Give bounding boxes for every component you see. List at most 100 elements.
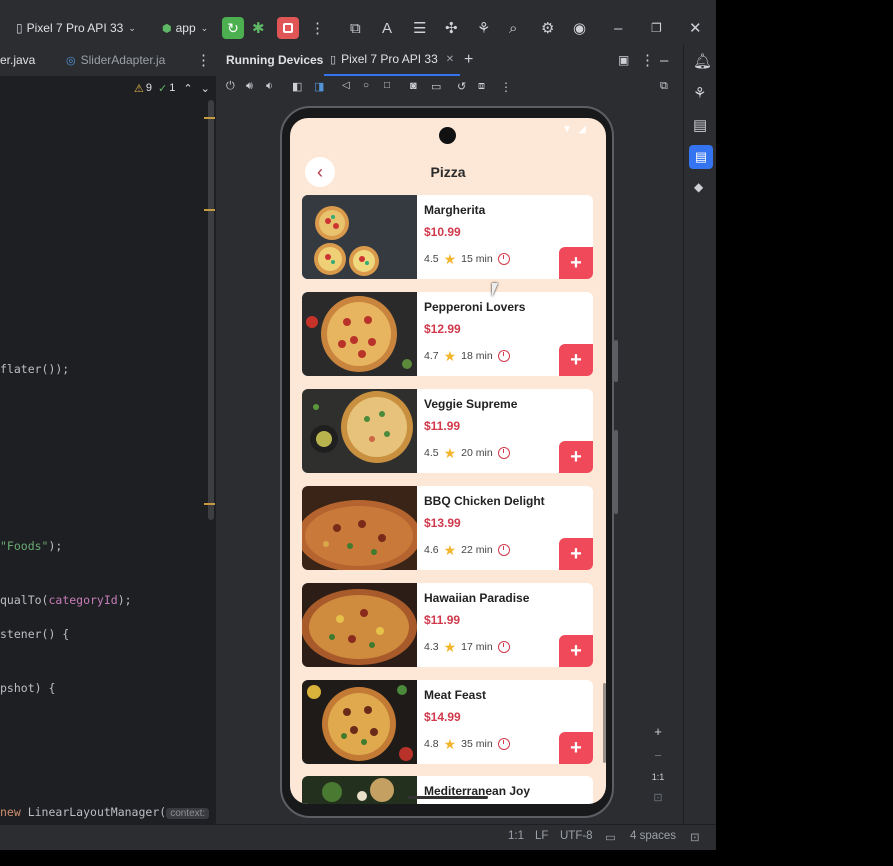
- device-file-icon[interactable]: ▤: [693, 116, 707, 134]
- rotate-left-icon[interactable]: ◧: [292, 80, 302, 93]
- chevron-down-icon[interactable]: ⌄: [201, 82, 210, 95]
- panel-options-button[interactable]: ⋮: [640, 44, 655, 76]
- restore-window-button[interactable]: ❐: [651, 12, 662, 44]
- check-count: 1: [169, 82, 176, 94]
- food-item-card[interactable]: Hawaiian Paradise $11.99 4.3 ★ 17 min +: [302, 583, 593, 667]
- search-button[interactable]: ⌕: [509, 12, 517, 44]
- panel-layout-button[interactable]: ▣: [618, 44, 629, 76]
- tab-slider-adapter[interactable]: ◎ SliderAdapter.ja: [66, 44, 165, 76]
- food-price: $11.99: [424, 419, 461, 433]
- home-circle-icon[interactable]: ○: [363, 80, 369, 91]
- chevron-up-icon[interactable]: ⌃: [183, 82, 192, 95]
- running-devices-icon[interactable]: ▤: [689, 145, 713, 169]
- settings-button[interactable]: ⚙: [541, 12, 554, 44]
- android-app-icon: ⬢: [162, 22, 172, 35]
- lock-icon[interactable]: ⊡: [690, 830, 700, 844]
- food-item-card[interactable]: Pepperoni Lovers $12.99 4.7 ★ 18 min +: [302, 292, 593, 376]
- list-scrollbar[interactable]: [603, 683, 606, 763]
- plus-icon: +: [570, 542, 582, 565]
- rerun-button[interactable]: ↻: [222, 12, 244, 44]
- rating-value: 4.7: [424, 350, 439, 362]
- java-class-icon: ◎: [66, 54, 76, 67]
- editor-scrollbar[interactable]: [208, 100, 214, 520]
- add-to-cart-button[interactable]: +: [559, 441, 593, 473]
- food-item-card[interactable]: Margherita $10.99 4.5 ★ 15 min +: [302, 195, 593, 279]
- food-item-card[interactable]: Mediterranean Joy: [302, 776, 593, 804]
- zoom-in-button[interactable]: +: [654, 724, 662, 739]
- plus-icon: +: [570, 736, 582, 759]
- back-triangle-icon[interactable]: ◁: [342, 80, 350, 91]
- stop-button[interactable]: [277, 12, 299, 44]
- gemini-button[interactable]: ⚘: [477, 12, 490, 44]
- add-device-tab-button[interactable]: +: [464, 44, 473, 76]
- pizza-image: [302, 486, 421, 570]
- code-editor[interactable]: [0, 77, 216, 824]
- indent-setting[interactable]: 4 spaces: [630, 830, 676, 842]
- food-price: $11.99: [424, 613, 461, 627]
- minimize-window-button[interactable]: –: [614, 12, 622, 44]
- more-vertical-icon[interactable]: ⋮: [500, 80, 512, 94]
- overview-square-icon[interactable]: □: [384, 80, 390, 91]
- run-config-selector[interactable]: ⬢ app ⌄: [162, 12, 208, 44]
- notifications-icon[interactable]: 🔔︎: [693, 52, 712, 70]
- record-icon[interactable]: ▭: [431, 80, 441, 93]
- camera-icon[interactable]: ◙: [410, 80, 417, 92]
- device-selector[interactable]: ▯ Pixel 7 Pro API 33 ⌄: [16, 12, 136, 44]
- plus-icon: +: [570, 251, 582, 274]
- more-vertical-icon: ⋮: [310, 20, 325, 37]
- account-button[interactable]: ◉: [573, 12, 586, 44]
- tab-device[interactable]: ▯ Pixel 7 Pro API 33 ✕: [324, 44, 461, 76]
- inspection-widget[interactable]: ⚠ 9 ✓ 1 ⌃ ⌄: [134, 80, 210, 96]
- food-item-card[interactable]: BBQ Chicken Delight $13.99 4.6 ★ 22 min …: [302, 486, 593, 570]
- food-item-card[interactable]: Meat Feast $14.99 4.8 ★ 35 min +: [302, 680, 593, 764]
- screen-share-icon[interactable]: ⧉: [660, 80, 668, 93]
- gesture-nav-bar[interactable]: [408, 796, 488, 799]
- tabs-menu-button[interactable]: ⋮: [196, 44, 211, 76]
- rerun-icon: ↻: [222, 17, 244, 39]
- cook-time: 22 min: [461, 544, 493, 556]
- line-separator[interactable]: LF: [535, 830, 548, 842]
- zoom-fit-icon[interactable]: ⊡: [653, 791, 662, 804]
- volume-up-icon[interactable]: 🔊︎: [246, 80, 253, 93]
- volume-down-icon[interactable]: 🔉︎: [266, 80, 273, 93]
- zoom-actual-size-button[interactable]: 1:1: [652, 772, 665, 782]
- readonly-toggle-icon[interactable]: ▭: [605, 830, 616, 844]
- close-icon[interactable]: ✕: [446, 54, 454, 65]
- assistant-icon[interactable]: ⚘: [693, 84, 706, 102]
- zoom-out-button[interactable]: −: [654, 748, 662, 763]
- caret-position[interactable]: 1:1: [508, 830, 524, 842]
- file-encoding[interactable]: UTF-8: [560, 830, 593, 842]
- add-to-cart-button[interactable]: +: [559, 635, 593, 667]
- right-tool-strip: 🔔︎ ⚘ ▤ ▤ ◆: [683, 44, 716, 824]
- clock-icon: [497, 544, 510, 556]
- add-to-cart-button[interactable]: +: [559, 247, 593, 279]
- tab-editor-file[interactable]: er.java: [0, 44, 35, 76]
- hide-panel-button[interactable]: –: [660, 44, 668, 76]
- param-hint: context:: [166, 808, 210, 819]
- add-to-cart-button[interactable]: +: [559, 344, 593, 376]
- device-manager-button[interactable]: ⧉: [350, 12, 361, 44]
- snapshot-icon[interactable]: ↺: [457, 80, 466, 93]
- add-to-cart-button[interactable]: +: [559, 732, 593, 764]
- food-meta: 4.7 ★ 18 min: [424, 349, 510, 363]
- mirror-icon[interactable]: ⧈: [478, 80, 485, 93]
- debug-button[interactable]: ✱: [252, 12, 265, 44]
- power-icon[interactable]: ⏻: [226, 80, 235, 93]
- food-image: [302, 292, 417, 376]
- food-meta: 4.6 ★ 22 min: [424, 543, 510, 557]
- more-actions-button[interactable]: ⋮: [310, 12, 325, 44]
- gemini-diamond-icon[interactable]: ◆: [694, 180, 703, 194]
- fold-icon[interactable]: ◨: [314, 80, 324, 93]
- code-line: "Foods");: [0, 539, 63, 553]
- device-icon: ▯: [16, 21, 23, 35]
- food-item-card[interactable]: Veggie Supreme $11.99 4.5 ★ 20 min +: [302, 389, 593, 473]
- phone-power-key[interactable]: [614, 340, 618, 382]
- translate-button[interactable]: A: [382, 12, 392, 44]
- logcat-button[interactable]: ☰: [413, 12, 426, 44]
- plugins-button[interactable]: ✣: [445, 12, 458, 44]
- food-price: $10.99: [424, 225, 461, 239]
- close-window-button[interactable]: ✕: [689, 12, 702, 44]
- add-to-cart-button[interactable]: +: [559, 538, 593, 570]
- phone-volume-key[interactable]: [614, 430, 618, 514]
- phone-screen[interactable]: ▼ ◢ ‹ Pizza Margherita $10.99 4.5 ★ 15 m…: [290, 118, 606, 804]
